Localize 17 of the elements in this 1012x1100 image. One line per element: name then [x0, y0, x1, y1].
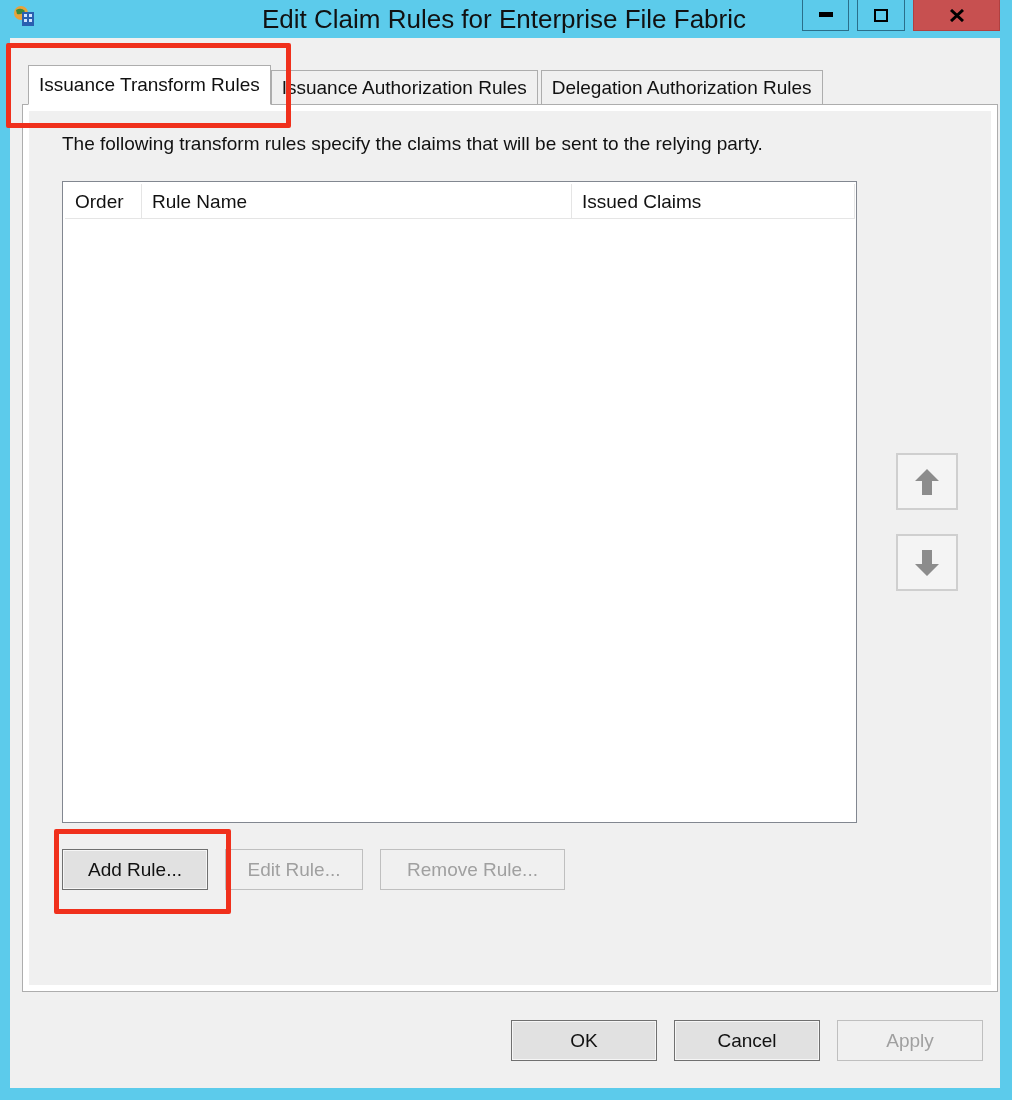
rules-list[interactable]: Order Rule Name Issued Claims	[62, 181, 858, 823]
description-text: The following transform rules specify the claims that will be sent to the relying party.	[62, 133, 764, 155]
maximize-button[interactable]	[857, 0, 905, 31]
minimize-button[interactable]	[802, 0, 849, 31]
up-arrow-icon	[913, 466, 942, 497]
close-button[interactable]	[913, 0, 1000, 31]
tab[interactable]: Delegation Authorization Rules	[540, 70, 823, 104]
rule-button[interactable]: Add Rule...	[62, 849, 208, 890]
app-icon	[12, 4, 36, 28]
maximize-icon	[874, 8, 888, 22]
down-arrow-icon	[913, 547, 942, 578]
window-title: Edit Claim Rules for Enterprise File Fabric	[261, 4, 746, 35]
tab[interactable]: Issuance Transform Rules	[28, 65, 271, 105]
minimize-icon	[818, 12, 833, 18]
close-icon	[949, 8, 964, 22]
dialog-button[interactable]: Cancel	[674, 1020, 820, 1061]
dialog-button[interactable]: OK	[511, 1020, 657, 1061]
